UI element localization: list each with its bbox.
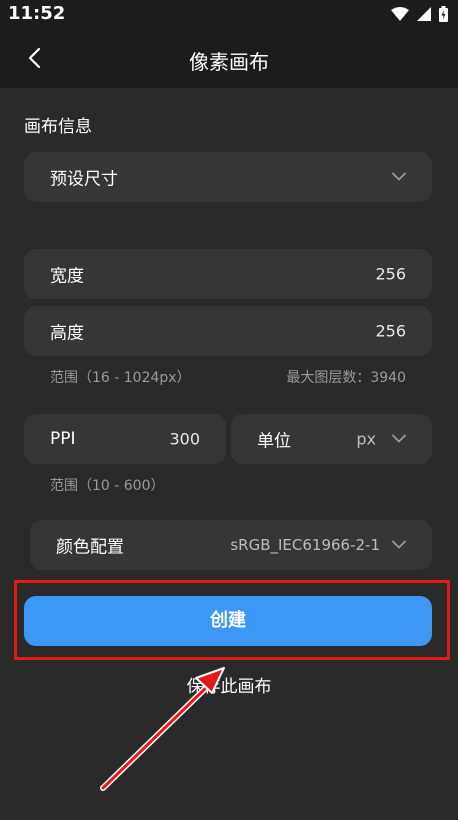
height-field[interactable]: 高度 256 xyxy=(24,306,432,356)
max-layers-value: 3940 xyxy=(370,370,406,386)
status-time: 11:52 xyxy=(8,3,66,24)
size-range-hint: 范围（16 - 1024px） xyxy=(50,370,191,386)
status-bar: 11:52 xyxy=(0,0,458,28)
create-button[interactable]: 创建 xyxy=(24,596,432,646)
ppi-range-hint: 范围（10 - 600） xyxy=(50,478,165,494)
preset-size-label: 预设尺寸 xyxy=(50,169,118,190)
height-label: 高度 xyxy=(50,323,84,344)
page-title: 像素画布 xyxy=(189,50,269,74)
height-value[interactable]: 256 xyxy=(375,322,406,341)
chevron-down-icon xyxy=(392,540,406,549)
preset-size-dropdown[interactable]: 预设尺寸 xyxy=(24,152,432,202)
ppi-value[interactable]: 300 xyxy=(169,430,200,449)
save-canvas-link[interactable]: 保存此画布 xyxy=(0,672,458,697)
ppi-label: PPI xyxy=(50,429,76,449)
section-title: 画布信息 xyxy=(24,117,92,137)
app-bar: 像素画布 xyxy=(0,28,458,88)
status-icons xyxy=(391,6,448,22)
unit-label: 单位 xyxy=(257,431,291,452)
width-value[interactable]: 256 xyxy=(375,265,406,284)
color-profile-value: sRGB_IEC61966-2-1 xyxy=(230,536,380,554)
signal-icon xyxy=(417,7,431,21)
max-layers-hint: 最大图层数：3940 xyxy=(286,367,406,387)
chevron-down-icon xyxy=(392,434,406,443)
unit-dropdown[interactable]: 单位 px xyxy=(231,414,432,464)
chevron-down-icon xyxy=(392,172,406,181)
width-label: 宽度 xyxy=(50,266,84,287)
color-profile-dropdown[interactable]: 颜色配置 sRGB_IEC61966-2-1 xyxy=(30,520,432,570)
width-field[interactable]: 宽度 256 xyxy=(24,249,432,299)
color-profile-label: 颜色配置 xyxy=(56,537,124,558)
wifi-icon xyxy=(391,7,409,21)
battery-icon xyxy=(439,6,448,22)
max-layers-label: 最大图层数： xyxy=(286,370,371,386)
unit-value: px xyxy=(356,429,376,449)
ppi-field[interactable]: PPI 300 xyxy=(24,414,226,464)
